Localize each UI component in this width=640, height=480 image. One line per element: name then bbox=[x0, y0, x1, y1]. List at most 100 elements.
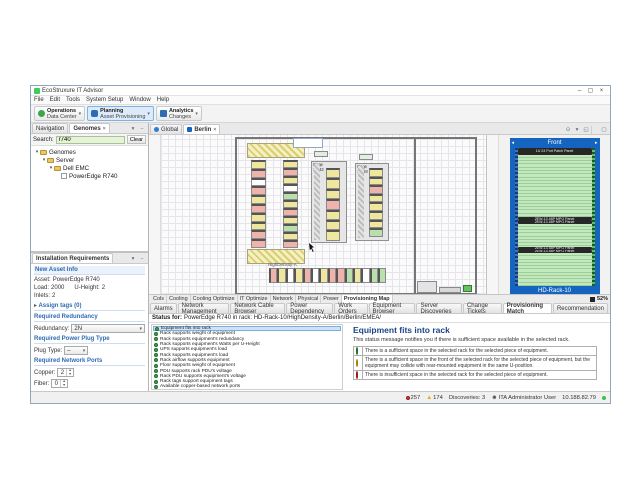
map-rack-cell[interactable] bbox=[369, 211, 383, 220]
dock-tab-power-dependency[interactable]: Power Dependency bbox=[286, 303, 333, 313]
dock-tab-server-discoveries[interactable]: Server Discoveries bbox=[416, 303, 461, 313]
map-rack-cell[interactable] bbox=[251, 230, 266, 239]
collapse-icon-button[interactable]: ▾ bbox=[129, 125, 137, 133]
map-rack-cell[interactable] bbox=[283, 232, 298, 240]
map-rack-cell[interactable] bbox=[369, 228, 383, 237]
dock-tab-network-management[interactable]: Network Management bbox=[178, 303, 230, 313]
map-rack-cell[interactable] bbox=[369, 220, 383, 229]
assign-tags-toggle[interactable]: ▸ Assign tags (0) bbox=[34, 302, 145, 311]
map-rack-cell[interactable] bbox=[326, 189, 340, 199]
rack-next-icon[interactable]: ▸ bbox=[595, 140, 598, 146]
map-rack-cell[interactable] bbox=[277, 268, 285, 283]
map-rack-cell[interactable] bbox=[251, 178, 266, 187]
map-rack-cell[interactable] bbox=[369, 194, 383, 203]
fiber-stepper[interactable]: 0▲▼ bbox=[51, 379, 67, 388]
map-rack-cell[interactable] bbox=[283, 168, 298, 176]
map-rack-cell[interactable] bbox=[251, 222, 266, 231]
collapse-icon-button[interactable]: ▾ bbox=[129, 255, 137, 263]
map-rack-cell[interactable] bbox=[311, 268, 319, 283]
dock-tab-network-cable-browser[interactable]: Network Cable Browser bbox=[230, 303, 285, 313]
menu-edit[interactable]: Edit bbox=[50, 97, 60, 103]
rack-prev-icon[interactable]: ◂ bbox=[512, 140, 515, 146]
map-rack-cell[interactable] bbox=[251, 160, 266, 169]
close-icon[interactable]: × bbox=[103, 126, 106, 132]
pin-icon-button[interactable]: ⊙ bbox=[564, 126, 572, 134]
map-rack-cell[interactable] bbox=[326, 220, 340, 230]
view-tab-berlin[interactable]: Berlin× bbox=[183, 124, 220, 134]
map-rack-cell[interactable] bbox=[251, 213, 266, 222]
map-rack-cell[interactable] bbox=[251, 195, 266, 204]
map-rack-cell[interactable] bbox=[283, 184, 298, 192]
cage-1[interactable]: Cage 15-32 bbox=[311, 161, 347, 243]
error-count[interactable]: 257 bbox=[406, 395, 421, 401]
view-tab-global[interactable]: Global bbox=[150, 124, 182, 134]
restore-icon-button[interactable]: ◱ bbox=[582, 126, 590, 134]
map-rack-cell[interactable] bbox=[326, 230, 340, 240]
dock-tab-recommendation[interactable]: Recommendation bbox=[553, 303, 608, 313]
tree-node-dell-emc[interactable]: ▾Dell EMC bbox=[32, 164, 147, 172]
map-rack-cell[interactable] bbox=[286, 268, 294, 283]
map-rack-cell[interactable] bbox=[283, 224, 298, 232]
rack-row-left-a[interactable] bbox=[251, 160, 266, 248]
close-button[interactable]: × bbox=[596, 88, 607, 94]
tree-node-poweredge-r740[interactable]: PowerEdge R740 bbox=[32, 172, 147, 180]
maximize-icon-button[interactable]: ▢ bbox=[600, 126, 608, 134]
map-rack-cell[interactable] bbox=[326, 168, 340, 178]
clear-button[interactable]: Clear bbox=[127, 135, 146, 144]
map-rack-cell[interactable] bbox=[353, 268, 361, 283]
menu-window[interactable]: Window bbox=[129, 97, 150, 103]
check-item-available-copper-based-network-ports[interactable]: Available copper-based network ports bbox=[153, 384, 341, 389]
map-rack-cell[interactable] bbox=[283, 216, 298, 224]
map-rack-cell[interactable] bbox=[283, 240, 298, 248]
map-rack-cell[interactable] bbox=[328, 268, 336, 283]
redundancy-select[interactable]: 2N▾ bbox=[71, 324, 145, 333]
rack-row-bottom[interactable] bbox=[269, 268, 386, 283]
tab-installation-requirements[interactable]: Installation Requirements bbox=[32, 253, 113, 263]
rack-device[interactable]: 1U 24 Port Patch Panel bbox=[518, 148, 592, 155]
dock-tab-work-orders[interactable]: Work Orders bbox=[334, 303, 367, 313]
menu-tools[interactable]: Tools bbox=[66, 97, 80, 103]
nav-tab-genomes[interactable]: Genomes× bbox=[69, 123, 109, 133]
menu-file[interactable]: File bbox=[34, 97, 44, 103]
map-rack-cell[interactable] bbox=[326, 178, 340, 188]
close-icon[interactable]: × bbox=[213, 127, 216, 133]
floor-map[interactable]: Cage 15-32 Cage 13-28 HighDensity-A bbox=[161, 135, 486, 294]
perspective-planning[interactable]: PlanningAsset Provisioning▾ bbox=[87, 106, 154, 121]
map-rack-cell[interactable] bbox=[370, 268, 378, 283]
rack-elevation[interactable]: ◂ Front ▸ 1U 24 Port Patch Panel2EW-13 4… bbox=[510, 138, 600, 296]
perspective-operations[interactable]: OperationsData Center▾ bbox=[34, 106, 85, 121]
rack-device[interactable]: 2EW-13 48P MPO Panel bbox=[518, 250, 592, 253]
nav-tab-navigation[interactable]: Navigation bbox=[32, 123, 68, 133]
warning-count[interactable]: ▲ 174 bbox=[426, 395, 443, 401]
minimize-icon-button[interactable]: − bbox=[138, 125, 146, 133]
cage-1-racks[interactable] bbox=[326, 168, 340, 241]
minimize-button[interactable]: – bbox=[574, 88, 585, 94]
map-rack-cell[interactable] bbox=[251, 239, 266, 248]
dock-tab-change-tickets[interactable]: Change Tickets bbox=[463, 303, 502, 313]
map-rack-cell[interactable] bbox=[251, 186, 266, 195]
menu-help[interactable]: Help bbox=[157, 97, 169, 103]
map-rack-cell[interactable] bbox=[369, 202, 383, 211]
layer-tab-cols[interactable]: Cols bbox=[151, 295, 167, 303]
map-rack-cell[interactable] bbox=[319, 268, 327, 283]
rack-device[interactable]: 2EW-13 48P MPO Panel bbox=[518, 220, 592, 223]
map-rack-cell[interactable] bbox=[283, 208, 298, 216]
plug-type-select[interactable]: –▾ bbox=[64, 346, 88, 355]
map-rack-cell[interactable] bbox=[251, 169, 266, 178]
dock-tab-alarms[interactable]: Alarms bbox=[150, 303, 177, 313]
discoveries-status[interactable]: Discoveries: 3 bbox=[449, 395, 485, 401]
map-rack-cell[interactable] bbox=[369, 168, 383, 177]
map-rack-cell[interactable] bbox=[283, 192, 298, 200]
copper-stepper[interactable]: 2▲▼ bbox=[57, 368, 73, 377]
cage-2-racks[interactable] bbox=[369, 168, 383, 237]
rack-row-left-b[interactable] bbox=[283, 160, 298, 248]
map-rack-cell[interactable] bbox=[336, 268, 344, 283]
collapse-icon-button[interactable]: ▾ bbox=[573, 126, 581, 134]
map-rack-cell[interactable] bbox=[378, 268, 386, 283]
menu-system-setup[interactable]: System Setup bbox=[86, 97, 123, 103]
maximize-button[interactable]: ▢ bbox=[585, 87, 596, 94]
map-rack-cell[interactable] bbox=[303, 268, 311, 283]
tree-node-server[interactable]: ▾Server bbox=[32, 156, 147, 164]
map-rack-cell[interactable] bbox=[345, 268, 353, 283]
map-rack-cell[interactable] bbox=[369, 185, 383, 194]
